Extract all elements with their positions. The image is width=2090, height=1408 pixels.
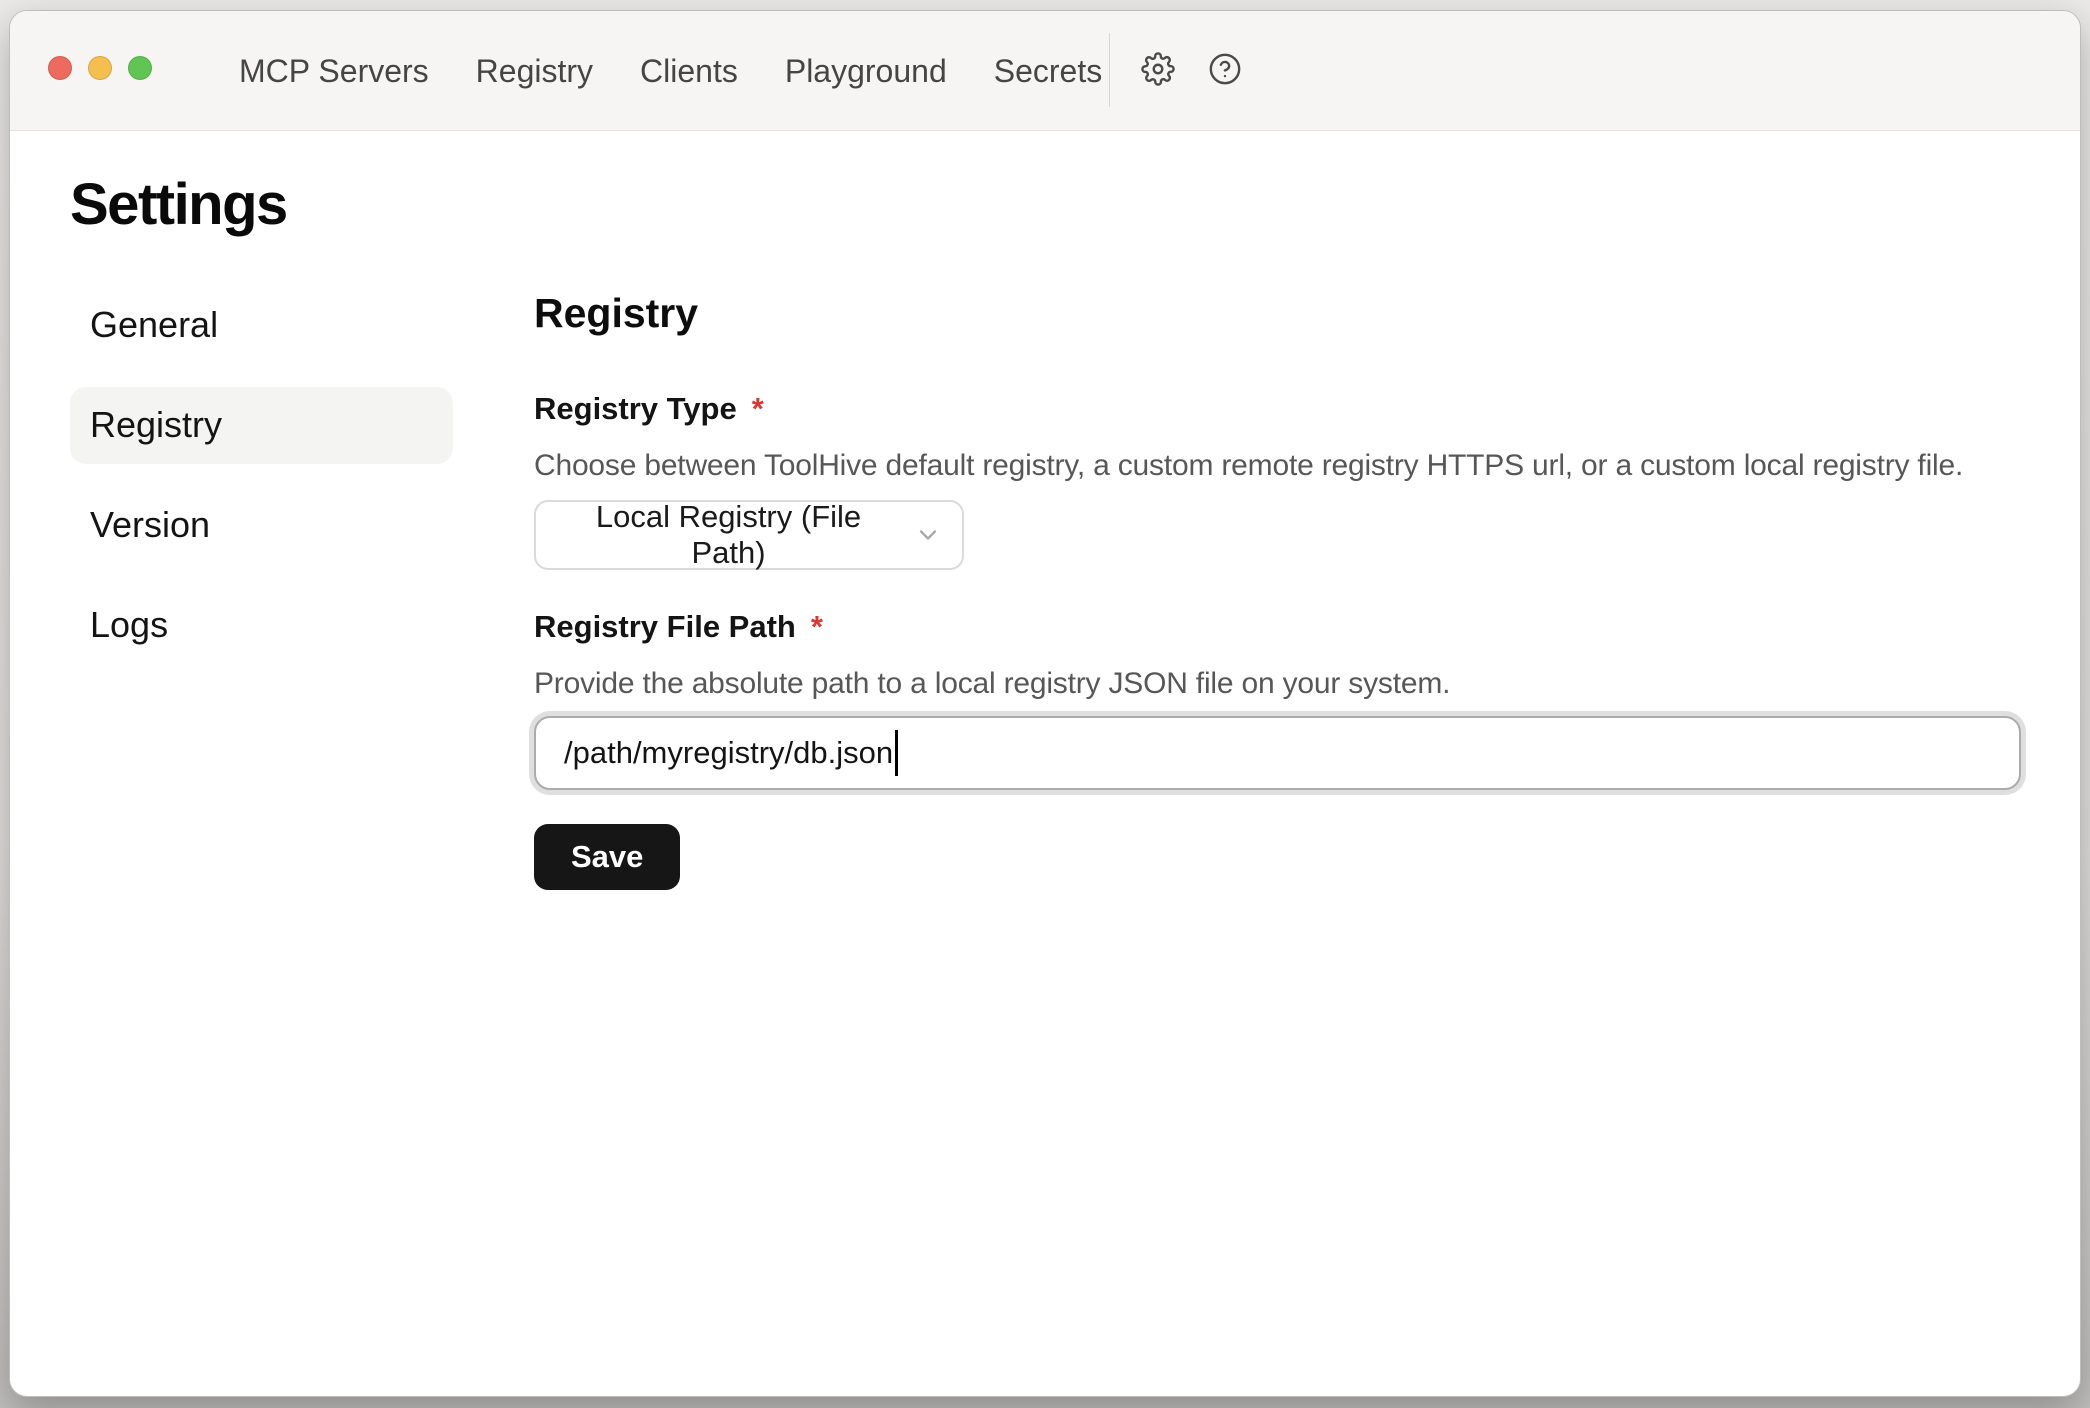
page-title: Settings — [70, 172, 2021, 239]
titlebar: MCP Servers Registry Clients Playground … — [10, 11, 2080, 131]
sidebar-item-registry[interactable]: Registry — [70, 387, 453, 464]
save-button[interactable]: Save — [534, 824, 680, 890]
help-circle-icon — [1208, 52, 1242, 86]
nav-item-secrets[interactable]: Secrets — [994, 53, 1102, 90]
section-title: Registry — [534, 290, 2021, 336]
titlebar-divider — [1109, 33, 1110, 107]
nav-item-playground[interactable]: Playground — [785, 53, 947, 90]
sidebar-item-general[interactable]: General — [70, 287, 453, 364]
close-window-button[interactable] — [48, 56, 72, 80]
app-window: MCP Servers Registry Clients Playground … — [9, 10, 2081, 1397]
help-button[interactable] — [1208, 52, 1242, 86]
window-controls — [48, 56, 152, 80]
sidebar-item-version[interactable]: Version — [70, 487, 453, 564]
registry-file-path-label: Registry File Path — [534, 606, 796, 648]
input-value: /path/myregistry/db.json — [564, 735, 893, 771]
top-navigation: MCP Servers Registry Clients Playground … — [239, 11, 1102, 131]
select-value: Local Registry (File Path) — [561, 499, 896, 571]
gear-icon — [1141, 52, 1175, 86]
zoom-window-button[interactable] — [128, 56, 152, 80]
nav-item-clients[interactable]: Clients — [640, 53, 738, 90]
registry-settings-panel: Registry Registry Type * Choose between … — [534, 287, 2021, 890]
registry-type-label: Registry Type — [534, 388, 737, 430]
required-asterisk: * — [811, 606, 823, 648]
minimize-window-button[interactable] — [88, 56, 112, 80]
settings-page: Settings General Registry Version Logs R… — [10, 131, 2080, 890]
registry-type-description: Choose between ToolHive default registry… — [534, 445, 2021, 487]
settings-sidebar: General Registry Version Logs — [70, 287, 453, 890]
registry-type-select[interactable]: Local Registry (File Path) — [534, 500, 964, 570]
registry-type-field: Registry Type * Choose between ToolHive … — [534, 388, 2021, 570]
sidebar-item-logs[interactable]: Logs — [70, 587, 453, 664]
text-caret — [895, 730, 898, 776]
nav-item-mcp-servers[interactable]: MCP Servers — [239, 53, 429, 90]
registry-file-path-input[interactable]: /path/myregistry/db.json — [534, 716, 2021, 790]
registry-file-path-description: Provide the absolute path to a local reg… — [534, 663, 2021, 705]
settings-gear-button[interactable] — [1141, 52, 1175, 86]
chevron-down-icon — [914, 521, 942, 549]
required-asterisk: * — [752, 388, 764, 430]
nav-item-registry[interactable]: Registry — [476, 53, 593, 90]
registry-file-path-field: Registry File Path * Provide the absolut… — [534, 606, 2021, 790]
